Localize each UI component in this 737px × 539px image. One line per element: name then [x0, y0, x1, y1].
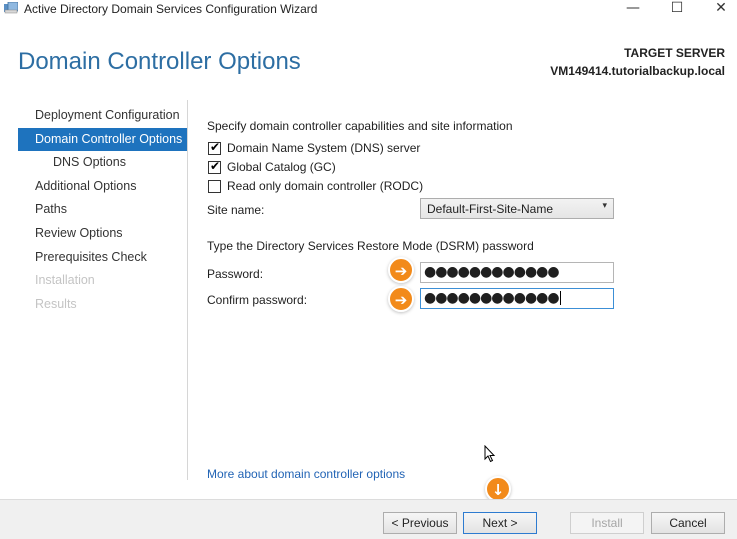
nav-item-installation: Installation: [35, 273, 95, 288]
password-value: ●●●●●●●●●●●●: [424, 264, 560, 280]
previous-button[interactable]: < Previous: [383, 512, 457, 534]
server-manager-icon: [4, 2, 18, 14]
minimize-button[interactable]: —: [610, 0, 656, 18]
text-caret: [559, 291, 561, 305]
nav-divider: [187, 100, 188, 480]
confirm-password-label: Confirm password:: [207, 293, 308, 307]
wizard-steps-nav: Deployment Configuration Domain Controll…: [18, 104, 188, 316]
window-title: Active Directory Domain Services Configu…: [24, 2, 318, 16]
cancel-button[interactable]: Cancel: [651, 512, 725, 534]
capabilities-heading: Specify domain controller capabilities a…: [207, 119, 513, 133]
close-button[interactable]: ✕: [698, 0, 737, 18]
site-name-value: Default-First-Site-Name: [427, 202, 554, 216]
global-catalog-checkbox[interactable]: ✔: [208, 159, 221, 174]
nav-item-review-options[interactable]: Review Options: [18, 222, 188, 246]
confirm-password-field[interactable]: ●●●●●●●●●●●●: [420, 288, 614, 309]
arrow-right-icon: ➔: [388, 257, 414, 283]
dsrm-heading: Type the Directory Services Restore Mode…: [207, 239, 534, 253]
more-about-dc-options-link[interactable]: More about domain controller options: [207, 467, 405, 481]
rodc-checkbox[interactable]: [208, 180, 221, 193]
dns-server-label: Domain Name System (DNS) server: [227, 141, 421, 155]
password-label: Password:: [207, 267, 264, 281]
nav-item-paths[interactable]: Paths: [18, 198, 188, 222]
page-title: Domain Controller Options: [18, 48, 301, 75]
nav-item-domain-controller-options[interactable]: Domain Controller Options: [18, 127, 188, 152]
password-field[interactable]: ●●●●●●●●●●●●: [420, 262, 614, 283]
rodc-label: Read only domain controller (RODC): [227, 179, 424, 193]
global-catalog-label: Global Catalog (GC): [227, 160, 336, 174]
nav-item-additional-options[interactable]: Additional Options: [18, 175, 188, 199]
chevron-down-icon: ▾: [602, 201, 607, 211]
install-button: Install: [570, 512, 644, 534]
nav-item-dns-options[interactable]: DNS Options: [18, 151, 188, 175]
check-icon: ✔: [210, 159, 221, 173]
site-name-select[interactable]: Default-First-Site-Name ▾: [420, 198, 614, 219]
maximize-button[interactable]: ☐: [654, 0, 700, 18]
mouse-cursor-icon: [484, 445, 496, 463]
arrow-right-icon: ➔: [388, 286, 414, 312]
confirm-password-value: ●●●●●●●●●●●●: [424, 290, 561, 306]
target-server-value: VM149414.tutorialbackup.local: [550, 64, 725, 78]
dns-server-checkbox[interactable]: ✔: [208, 140, 221, 155]
nav-item-deployment-configuration[interactable]: Deployment Configuration: [18, 104, 188, 128]
title-bar: Active Directory Domain Services Configu…: [0, 0, 737, 18]
nav-item-prerequisites-check[interactable]: Prerequisites Check: [18, 246, 188, 270]
next-button[interactable]: Next >: [463, 512, 537, 534]
check-icon: ✔: [210, 140, 221, 154]
site-name-label: Site name:: [207, 203, 265, 217]
nav-item-results: Results: [35, 296, 77, 311]
target-server-label: TARGET SERVER: [624, 46, 725, 60]
